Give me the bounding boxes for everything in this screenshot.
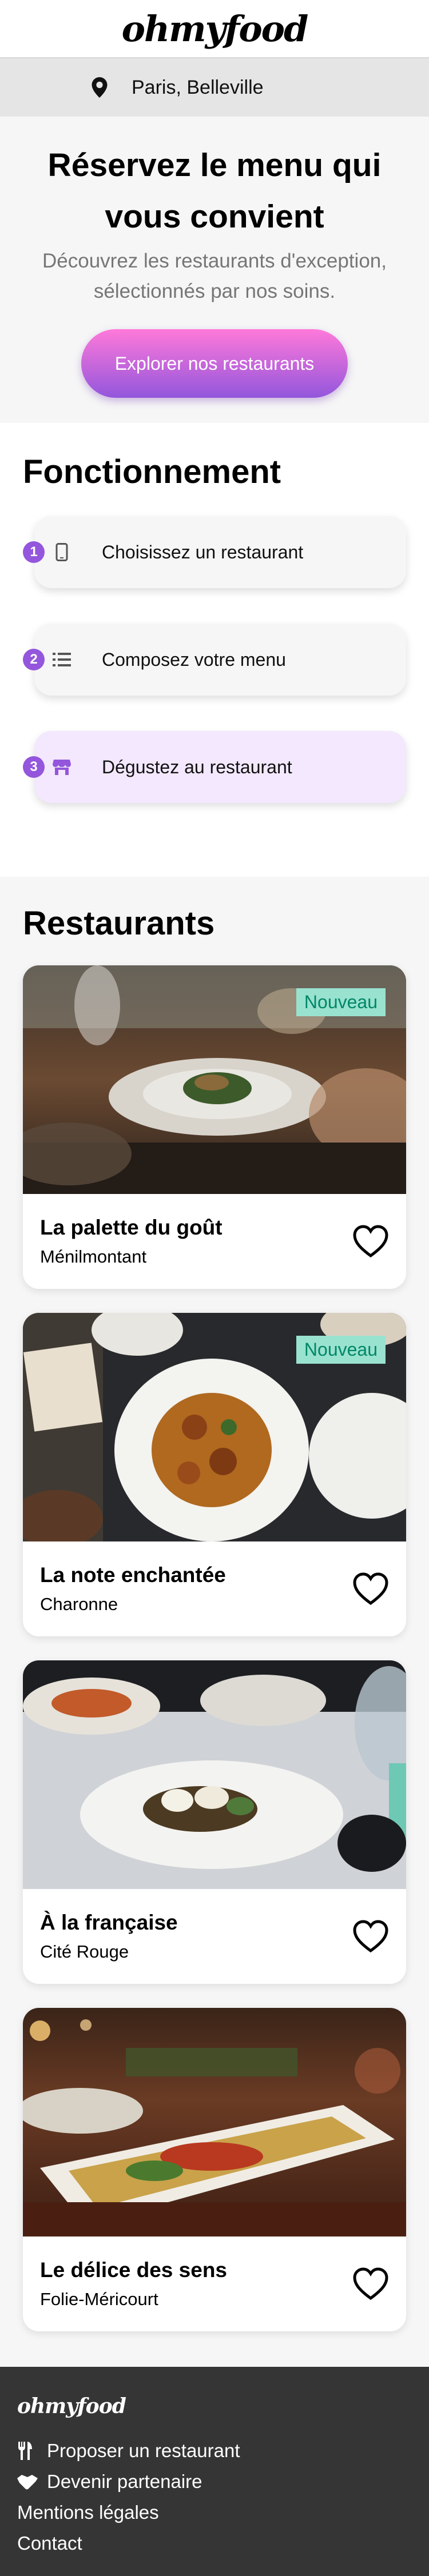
logo[interactable]: ohmyfood xyxy=(122,8,309,50)
step-label: Choisissez un restaurant xyxy=(102,541,304,562)
location-bar[interactable]: Paris, Belleville xyxy=(0,57,429,117)
heart-icon[interactable] xyxy=(352,1225,389,1258)
restaurant-info: À la française Cité Rouge xyxy=(23,1889,406,1984)
restaurant-photo: Nouveau xyxy=(23,965,406,1194)
hero-subtitle: Découvrez les restaurants d'exception, s… xyxy=(42,250,387,302)
step-label: Dégustez au restaurant xyxy=(102,756,292,777)
restaurant-info: La palette du goût Ménilmontant xyxy=(23,1194,406,1289)
store-icon xyxy=(51,757,72,777)
restaurant-info: La note enchantée Charonne xyxy=(23,1541,406,1636)
restaurants-section: Restaurants Nouveau La palette du goût M… xyxy=(0,877,429,2367)
restaurant-card-la-note[interactable]: Nouveau La note enchantée Charonne xyxy=(23,1313,406,1636)
restaurant-info: Le délice des sens Folie-Méricourt xyxy=(23,2236,406,2331)
list-icon xyxy=(51,649,72,670)
footer-link-contact[interactable]: Contact xyxy=(17,2528,412,2559)
footer-link-label: Devenir partenaire xyxy=(47,2471,202,2492)
restaurant-name: La note enchantée xyxy=(40,1563,226,1587)
footer-link-propose-restaurant[interactable]: Proposer un restaurant xyxy=(17,2435,412,2466)
hero-section: Réservez le menu qui vous convient Décou… xyxy=(0,117,429,423)
step-number: 1 xyxy=(23,541,45,563)
restaurant-photo xyxy=(23,2008,406,2236)
step-number: 2 xyxy=(23,649,45,670)
phone-icon xyxy=(51,542,72,562)
new-badge: Nouveau xyxy=(296,988,386,1016)
how-it-works-section: Fonctionnement 1 Choisissez un restauran… xyxy=(0,423,429,877)
utensils-icon xyxy=(17,2441,39,2461)
heart-icon[interactable] xyxy=(352,1920,389,1953)
hero-title: Réservez le menu qui vous convient xyxy=(47,147,382,235)
restaurant-location: Charonne xyxy=(40,1594,118,1614)
location-pin-icon xyxy=(92,77,108,98)
footer-link-label: Proposer un restaurant xyxy=(47,2440,240,2461)
restaurant-card-le-delice[interactable]: Le délice des sens Folie-Méricourt xyxy=(23,2008,406,2331)
footer-link-become-partner[interactable]: Devenir partenaire xyxy=(17,2466,412,2497)
site-header: ohmyfood xyxy=(0,0,429,57)
restaurant-name: Le délice des sens xyxy=(40,2258,228,2282)
restaurant-name: À la française xyxy=(40,1911,178,1934)
footer-logo[interactable]: ohmyfood xyxy=(17,2394,412,2418)
restaurant-location: Cité Rouge xyxy=(40,1942,129,1962)
step-number: 3 xyxy=(23,756,45,778)
heart-icon[interactable] xyxy=(352,2267,389,2301)
handshake-icon xyxy=(17,2472,39,2491)
restaurant-card-la-palette[interactable]: Nouveau La palette du goût Ménilmontant xyxy=(23,965,406,1289)
new-badge: Nouveau xyxy=(296,1336,386,1364)
restaurant-photo xyxy=(23,1660,406,1889)
step-compose-menu: 2 Composez votre menu xyxy=(23,624,406,696)
restaurant-name: La palette du goût xyxy=(40,1216,223,1239)
step-choose-restaurant: 1 Choisissez un restaurant xyxy=(23,516,406,588)
step-enjoy-restaurant: 3 Dégustez au restaurant xyxy=(23,731,406,803)
footer-link-legal[interactable]: Mentions légales xyxy=(17,2497,412,2528)
explore-restaurants-button[interactable]: Explorer nos restaurants xyxy=(81,329,348,398)
heart-icon[interactable] xyxy=(352,1572,389,1605)
restaurant-card-a-la-francaise[interactable]: À la française Cité Rouge xyxy=(23,1660,406,1984)
restaurant-location: Folie-Méricourt xyxy=(40,2289,158,2309)
section-title: Fonctionnement xyxy=(23,453,281,490)
step-label: Composez votre menu xyxy=(102,649,286,670)
restaurant-photo: Nouveau xyxy=(23,1313,406,1541)
location-label: Paris, Belleville xyxy=(132,76,264,98)
section-title: Restaurants xyxy=(23,905,215,942)
site-footer: ohmyfood Proposer un restaurant Devenir … xyxy=(0,2367,429,2576)
restaurant-location: Ménilmontant xyxy=(40,1247,147,1267)
